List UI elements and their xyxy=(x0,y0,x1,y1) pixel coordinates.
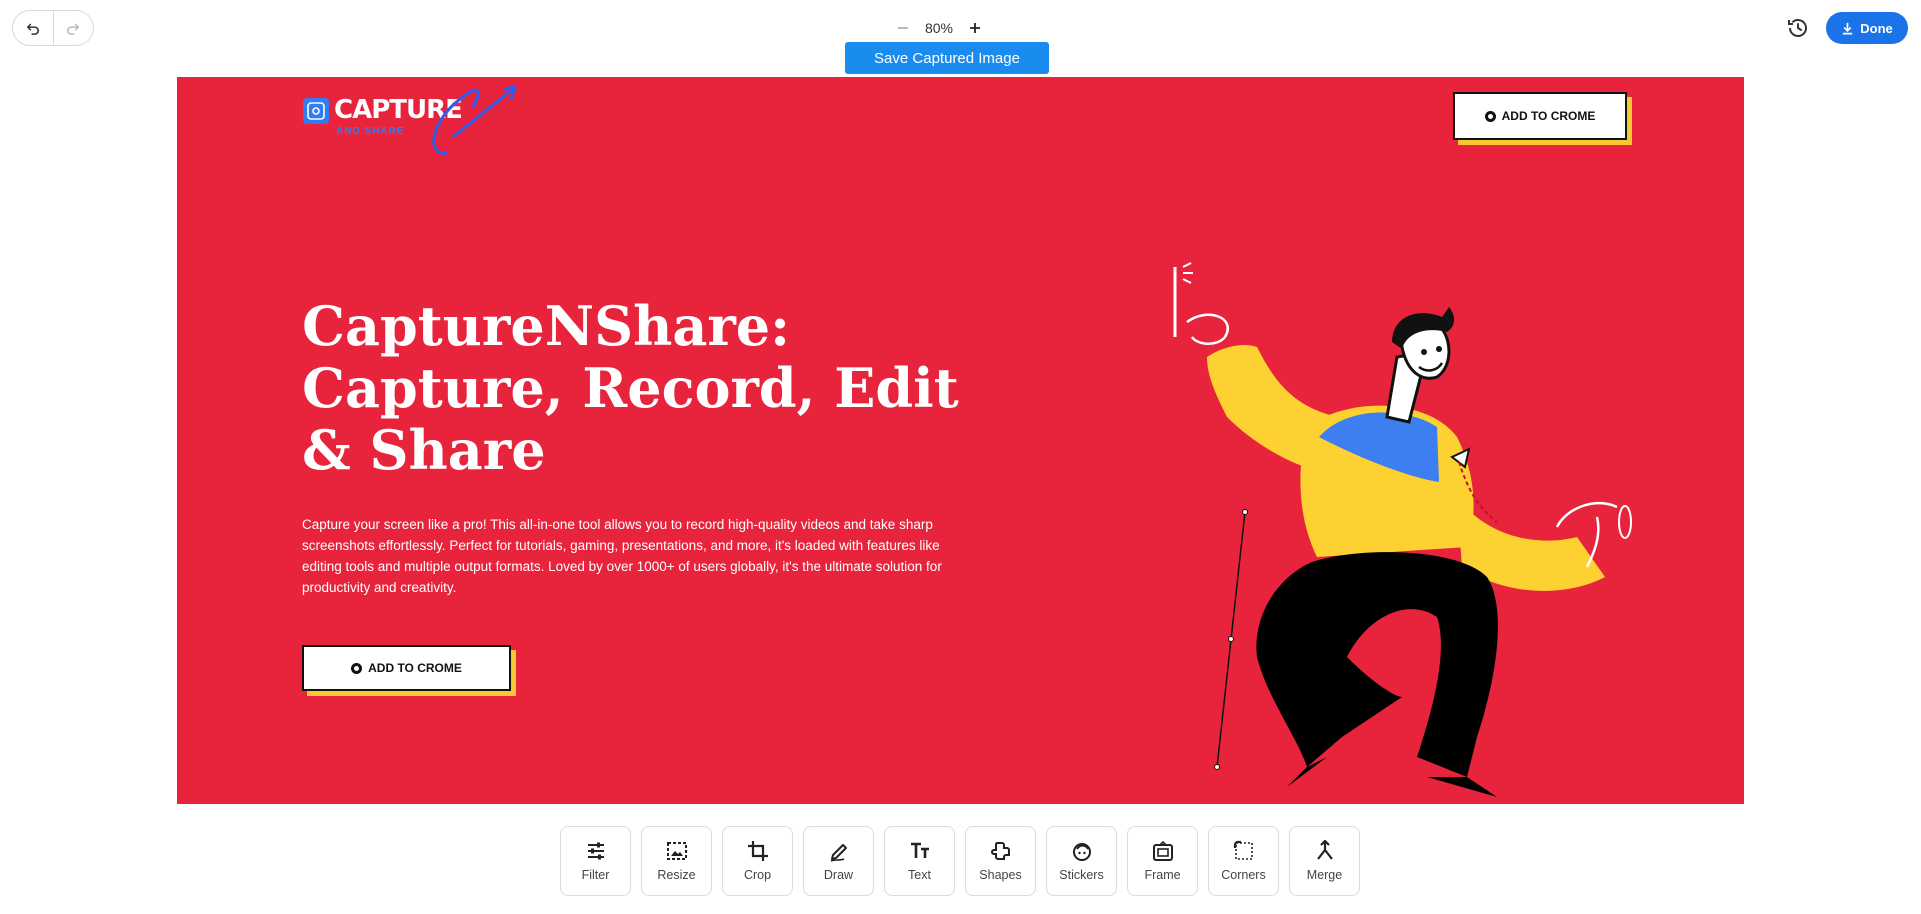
sliders-icon xyxy=(587,842,604,860)
tool-shapes[interactable]: Shapes xyxy=(965,826,1036,896)
capture-logo: CAPTURE AND SHARE xyxy=(303,77,533,157)
image-canvas[interactable]: CAPTURE AND SHARE ADD TO CROME CaptureNS… xyxy=(177,77,1744,804)
done-label: Done xyxy=(1860,20,1893,36)
tool-label: Text xyxy=(908,868,931,882)
zoom-control: 80% xyxy=(892,16,986,40)
hero-title: CaptureNShare: Capture, Record, Edit & S… xyxy=(302,294,959,482)
history-button[interactable] xyxy=(1786,16,1810,40)
tool-label: Shapes xyxy=(979,868,1022,882)
tool-label: Stickers xyxy=(1059,868,1104,882)
tool-label: Resize xyxy=(657,868,696,882)
tool-filter[interactable]: Filter xyxy=(560,826,631,896)
add-to-chrome-button[interactable]: ADD TO CROME xyxy=(302,645,511,691)
tool-stickers[interactable]: Stickers xyxy=(1046,826,1117,896)
minus-icon xyxy=(898,27,908,29)
tool-crop[interactable]: Crop xyxy=(722,826,793,896)
sticker-icon xyxy=(1072,843,1091,861)
tool-resize[interactable]: Resize xyxy=(641,826,712,896)
zoom-in-button[interactable] xyxy=(964,17,986,39)
plus-icon xyxy=(970,23,980,33)
redo-icon xyxy=(67,23,80,35)
zoom-out-button[interactable] xyxy=(892,17,914,39)
pen-icon xyxy=(830,844,847,862)
tool-draw[interactable]: Draw xyxy=(803,826,874,896)
undo-button[interactable] xyxy=(13,11,53,45)
download-icon xyxy=(1843,22,1853,34)
tool-label: Frame xyxy=(1144,868,1181,882)
undo-icon xyxy=(26,23,39,35)
hero-description: Capture your screen like a pro! This all… xyxy=(302,517,942,595)
dancing-person-illustration xyxy=(1173,262,1632,797)
cta-label: ADD TO CROME xyxy=(368,661,462,675)
chrome-icon xyxy=(351,662,363,674)
tool-label: Corners xyxy=(1221,868,1266,882)
edit-toolbar: Filter Resize Crop Draw Text Shapes Stic… xyxy=(560,826,1360,896)
history-icon xyxy=(1788,19,1807,37)
redo-button[interactable] xyxy=(52,11,94,45)
tool-label: Merge xyxy=(1306,868,1343,882)
zoom-level: 80% xyxy=(924,20,954,36)
frame-icon xyxy=(1152,840,1173,861)
tool-label: Draw xyxy=(823,868,854,882)
tool-frame[interactable]: Frame xyxy=(1127,826,1198,896)
tool-text[interactable]: Text xyxy=(884,826,955,896)
tool-label: Filter xyxy=(581,868,610,882)
undo-redo-group xyxy=(12,10,94,46)
resize-icon xyxy=(666,842,687,860)
tool-corners[interactable]: Corners xyxy=(1208,826,1279,896)
save-captured-image-button[interactable]: Save Captured Image xyxy=(845,42,1049,74)
tool-merge[interactable]: Merge xyxy=(1289,826,1360,896)
add-to-chrome-header-button[interactable]: ADD TO CROME xyxy=(1453,92,1627,140)
tool-label: Crop xyxy=(743,868,772,882)
shapes-icon xyxy=(990,842,1010,860)
corners-icon xyxy=(1233,840,1253,860)
text-icon xyxy=(910,842,929,858)
crop-icon xyxy=(747,841,768,861)
logo-orbit-icon xyxy=(432,85,518,155)
cta-label: ADD TO CROME xyxy=(1501,109,1596,123)
chrome-icon xyxy=(1484,110,1496,122)
merge-icon xyxy=(1316,840,1333,860)
done-button[interactable]: Done xyxy=(1826,12,1908,44)
